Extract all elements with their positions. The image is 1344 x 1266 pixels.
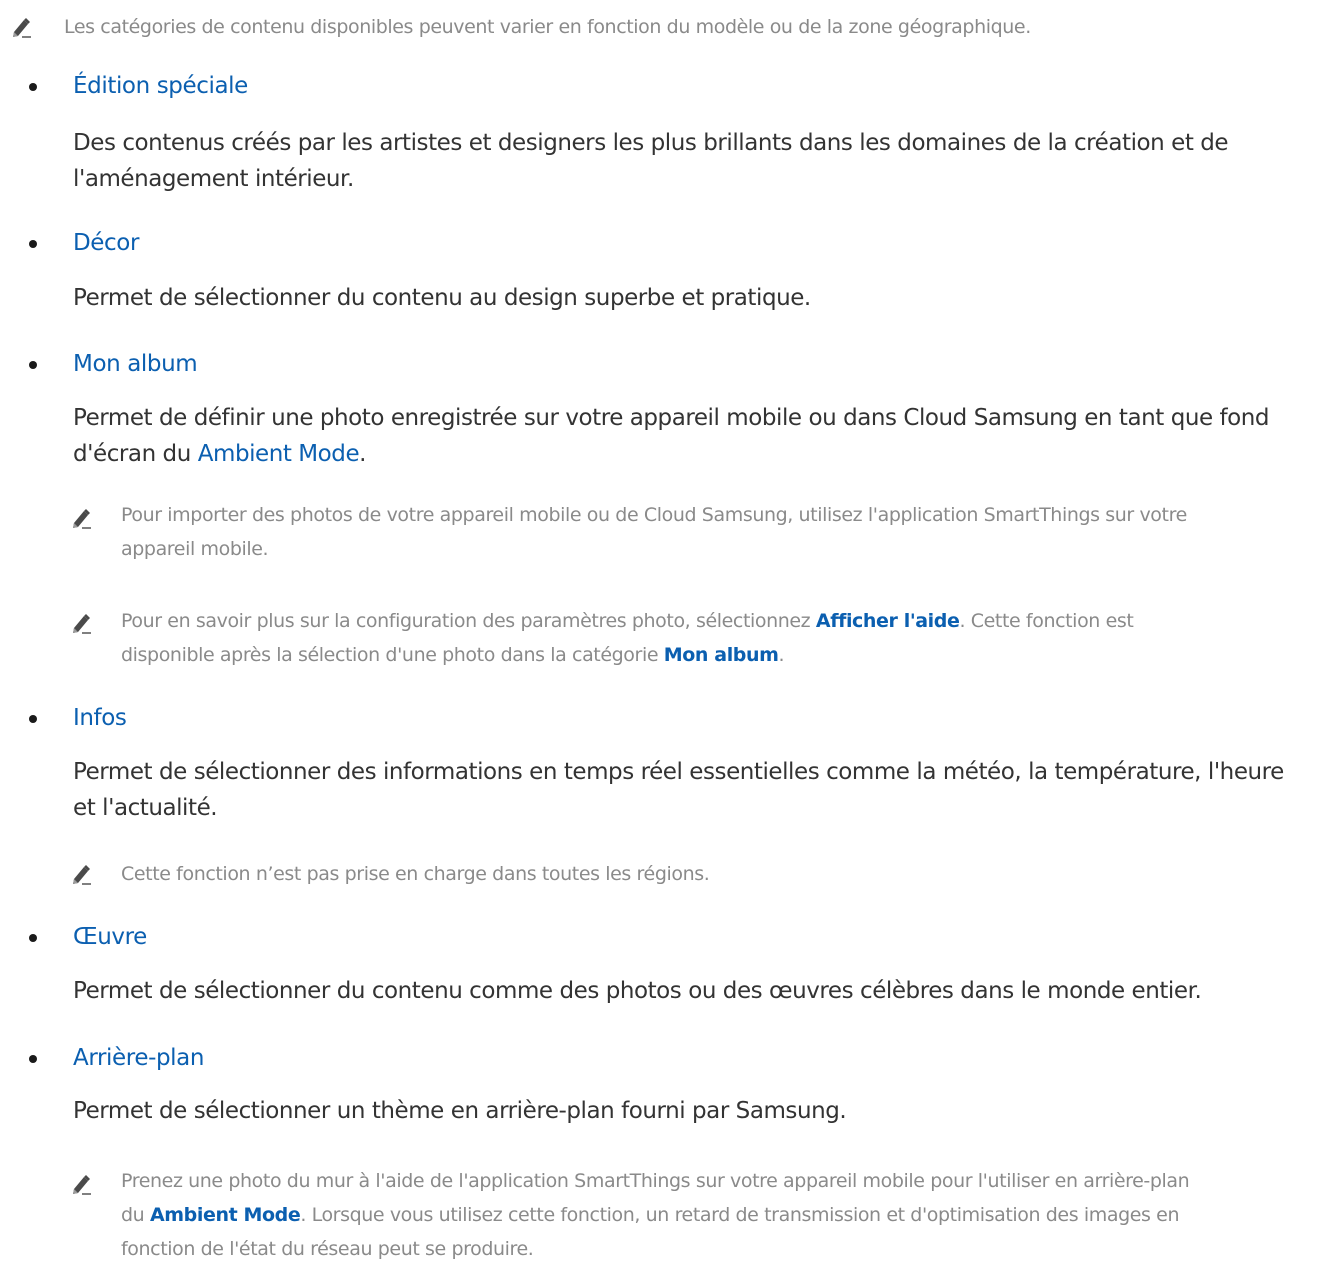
- pencil-icon: [70, 1173, 92, 1195]
- section-title-mon-album: Mon album: [73, 351, 198, 377]
- afficher-aide-link[interactable]: Afficher l'aide: [816, 610, 960, 632]
- bullet-icon: [29, 240, 37, 248]
- pencil-icon: [70, 612, 92, 634]
- section-body-decor: Permet de sélectionner du contenu au des…: [73, 285, 811, 311]
- section-title-arriere-plan: Arrière-plan: [73, 1045, 205, 1071]
- note-regions: Cette fonction n’est pas prise en charge…: [121, 863, 710, 885]
- section-body-edition-speciale: Des contenus créés par les artistes et d…: [73, 130, 1229, 192]
- bullet-icon: [29, 1055, 37, 1063]
- section-body-oeuvre: Permet de sélectionner du contenu comme …: [73, 978, 1202, 1004]
- ambient-mode-link[interactable]: Ambient Mode: [150, 1204, 301, 1226]
- top-note: Les catégories de contenu disponibles pe…: [64, 16, 1031, 38]
- pencil-icon: [70, 507, 92, 529]
- section-body-infos: Permet de sélectionner des informations …: [73, 759, 1284, 821]
- note-photo-mur: Prenez une photo du mur à l'aide de l'ap…: [121, 1170, 1190, 1260]
- bullet-icon: [29, 715, 37, 723]
- pencil-icon: [70, 863, 92, 885]
- pencil-icon: [10, 16, 32, 38]
- bullet-icon: [29, 83, 37, 91]
- bullet-icon: [29, 361, 37, 369]
- note-photo-settings: Pour en savoir plus sur la configuration…: [121, 610, 1134, 666]
- section-title-infos: Infos: [73, 705, 127, 731]
- note-import-photos: Pour importer des photos de votre appare…: [121, 504, 1187, 560]
- section-title-decor: Décor: [73, 230, 140, 256]
- section-title-edition-speciale: Édition spéciale: [73, 73, 248, 99]
- section-body-mon-album: Permet de définir une photo enregistrée …: [73, 405, 1270, 467]
- mon-album-link[interactable]: Mon album: [664, 644, 779, 666]
- section-body-arriere-plan: Permet de sélectionner un thème en arriè…: [73, 1098, 847, 1124]
- ambient-mode-link[interactable]: Ambient Mode: [198, 441, 360, 467]
- section-title-oeuvre: Œuvre: [73, 924, 147, 950]
- bullet-icon: [29, 934, 37, 942]
